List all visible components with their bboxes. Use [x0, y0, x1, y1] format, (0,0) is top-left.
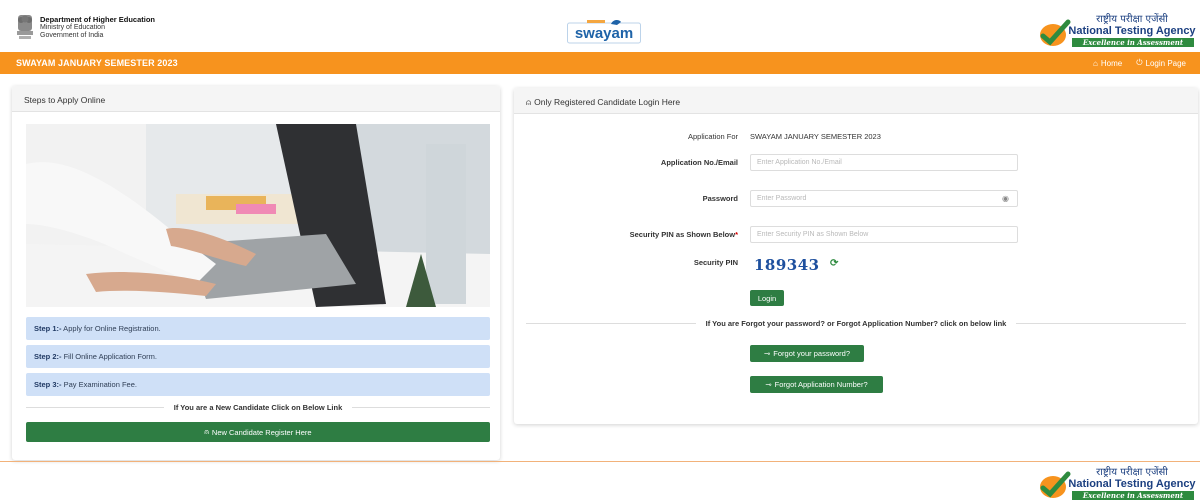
nta-hindi-text: राष्ट्रीय परीक्षा एजेंसी [1096, 13, 1168, 25]
step-2-text: Fill Online Application Form. [61, 352, 157, 361]
step-1: Step 1:- Apply for Online Registration. [26, 317, 490, 340]
password-placeholder: Enter Password [757, 195, 807, 202]
divider-line [26, 406, 164, 408]
ministry-name: Ministry of Education [40, 24, 105, 31]
security-pin-input-label: Security PIN as Shown Below* [630, 230, 738, 239]
nav-links: ⌂ Home ⏻ Login Page [1093, 58, 1186, 68]
required-asterisk: * [735, 230, 738, 239]
forgot-password-button[interactable]: ⊸ Forgot your password? [750, 345, 864, 362]
eye-icon[interactable]: ◉ [1002, 194, 1009, 203]
security-pin-input[interactable]: Enter Security PIN as Shown Below [750, 226, 1018, 243]
login-page-link-label: Login Page [1145, 58, 1186, 68]
nta-tagline-text: Excellence in Assessment [1082, 491, 1184, 500]
nav-bar: SWAYAM JANUARY SEMESTER 2023 ⌂ Home ⏻ Logi… [0, 52, 1200, 74]
step-1-label: Step 1:- [34, 324, 62, 333]
home-icon: ⌂ [1093, 58, 1098, 68]
laptop-photo [26, 124, 490, 307]
forgot-application-number-label: Forgot Application Number? [774, 380, 868, 389]
national-emblem-icon [17, 15, 33, 39]
nta-tagline-text: Excellence in Assessment [1082, 38, 1184, 47]
dept-name: Department of Higher Education [40, 15, 156, 24]
top-header: Department of Higher Education Ministry … [0, 0, 1200, 52]
login-page-link[interactable]: ⏻ Login Page [1136, 58, 1186, 68]
user-icon: ⍝ [526, 97, 532, 107]
login-card-header: ⍝ Only Registered Candidate Login Here [514, 88, 1198, 114]
nta-hindi-text: राष्ट्रीय परीक्षा एजेंसी [1096, 466, 1168, 478]
footer-divider [0, 461, 1200, 462]
steps-card-title: Steps to Apply Online [12, 86, 500, 112]
register-button-label: New Candidate Register Here [211, 427, 312, 437]
divider-line [526, 322, 696, 324]
nta-english-text: National Testing Agency [1068, 25, 1196, 37]
login-card: ⍝ Only Registered Candidate Login Here Ap… [514, 88, 1198, 424]
divider-line [1016, 322, 1186, 324]
security-pin-captcha: 189343 [754, 256, 820, 274]
forgot-text: If You are Forgot your password? or Forg… [705, 318, 1007, 328]
security-pin-label: Security PIN [693, 258, 738, 267]
home-link[interactable]: ⌂ Home [1093, 58, 1122, 68]
application-no-label: Application No./Email [660, 158, 738, 167]
refresh-icon[interactable]: ⟳ [830, 258, 838, 269]
forgot-divider: If You are Forgot your password? or Forg… [526, 318, 1186, 328]
new-candidate-text: If You are a New Candidate Click on Belo… [173, 402, 343, 412]
step-2: Step 2:- Fill Online Application Form. [26, 345, 490, 368]
steps-card: Steps to Apply Online Step 1:- Apply for… [12, 86, 500, 460]
divider-line [352, 406, 491, 408]
nta-english-text: National Testing Agency [1068, 478, 1196, 490]
new-candidate-divider: If You are a New Candidate Click on Belo… [26, 402, 491, 412]
government-name: Government of India [40, 32, 104, 39]
application-for-label: Application For [687, 132, 738, 141]
application-for-row: Application For SWAYAM JANUARY SEMESTER … [514, 128, 1198, 146]
nta-logo-bottom: राष्ट्रीय परीक्षा एजेंसी National Testin… [1040, 466, 1196, 500]
login-button[interactable]: Login [750, 290, 784, 306]
new-candidate-register-button[interactable]: ⍝ New Candidate Register Here [26, 422, 490, 442]
step-3-text: Pay Examination Fee. [61, 380, 137, 389]
step-3: Step 3:- Pay Examination Fee. [26, 373, 490, 396]
password-label: Password [702, 194, 738, 203]
power-icon: ⏻ [1136, 58, 1143, 67]
department-title-block: Department of Higher Education Ministry … [40, 16, 155, 40]
application-no-input[interactable]: Enter Application No./Email [750, 154, 1018, 171]
step-1-text: Apply for Online Registration. [61, 324, 161, 333]
security-pin-row: Security PIN [514, 254, 1198, 272]
security-pin-input-label-text: Security PIN as Shown Below [629, 230, 736, 239]
login-card-title: Only Registered Candidate Login Here [534, 97, 681, 107]
step-3-label: Step 3:- [34, 380, 62, 389]
application-no-row: Application No./Email Enter Application … [514, 154, 1198, 172]
user-icon: ⍝ [204, 427, 209, 436]
key-icon: ⊸ [764, 349, 771, 358]
exam-title: SWAYAM JANUARY SEMESTER 2023 [16, 58, 178, 68]
security-pin-input-row: Security PIN as Shown Below* Enter Secur… [514, 226, 1198, 244]
step-2-label: Step 2:- [34, 352, 62, 361]
swayam-logo-text: swayam [575, 25, 633, 42]
forgot-password-label: Forgot your password? [773, 349, 850, 358]
password-row: Password Enter Password ◉ [514, 190, 1198, 208]
key-icon: ⊸ [765, 380, 772, 389]
application-for-value: SWAYAM JANUARY SEMESTER 2023 [750, 132, 881, 141]
home-link-label: Home [1100, 58, 1123, 68]
password-input[interactable]: Enter Password ◉ [750, 190, 1018, 207]
swayam-logo: swayam [567, 19, 641, 44]
nta-logo-top: राष्ट्रीय परीक्षा एजेंसी National Testin… [1040, 13, 1196, 47]
forgot-application-number-button[interactable]: ⊸ Forgot Application Number? [750, 376, 883, 393]
